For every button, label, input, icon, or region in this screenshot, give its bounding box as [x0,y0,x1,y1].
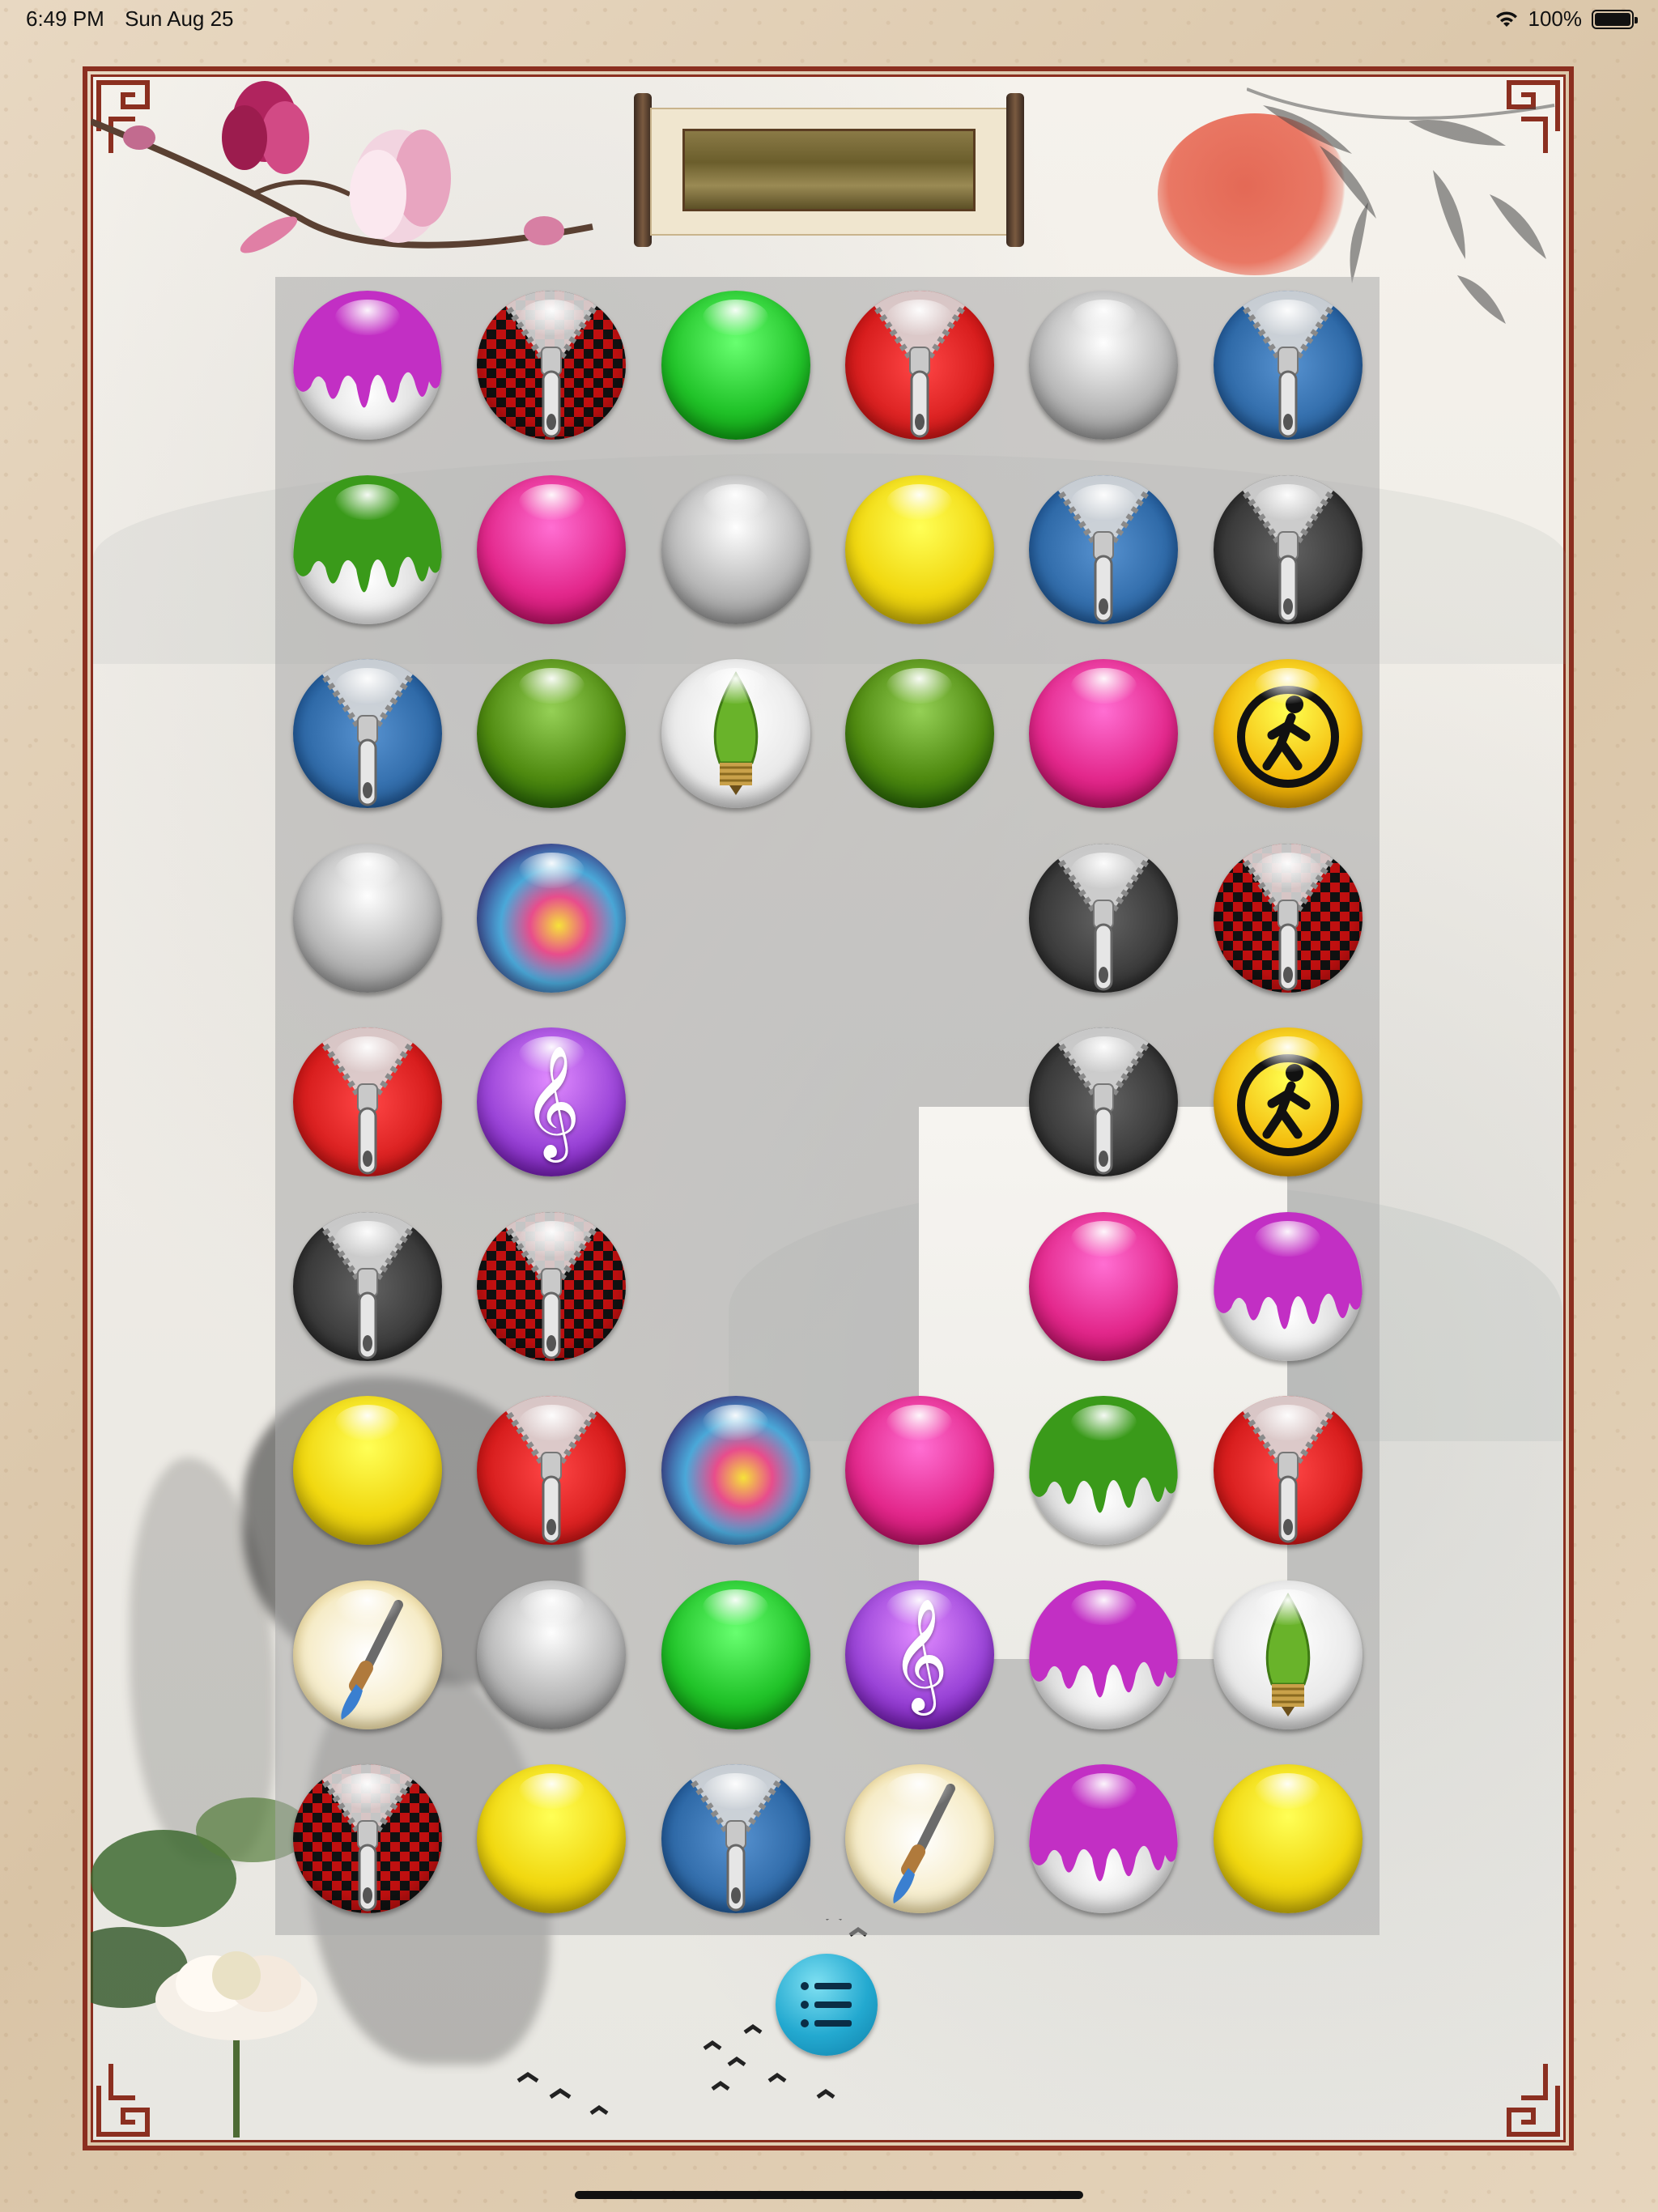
corner-ornament-icon [1487,2064,1574,2150]
ball-glass-green[interactable] [661,291,810,440]
ball-zipper-denim[interactable] [1029,474,1179,624]
scroll-painting [682,129,976,211]
zipper-black-icon [1053,843,1154,990]
ball-drip-magenta[interactable] [1029,1764,1179,1913]
scroll-rod-right [1006,93,1024,247]
zipper-checker-icon [501,291,602,438]
ball-zipper-denim[interactable] [661,1764,810,1913]
ball-glass-olive[interactable] [477,659,627,808]
ball-zipper-denim[interactable] [293,659,442,808]
walker-sign-icon [1236,686,1339,788]
zipper-black-icon [317,1211,418,1359]
ball-zipper-red[interactable] [477,1396,627,1545]
drip-magenta-icon [1213,1211,1363,1329]
zipper-red-icon [1237,1396,1338,1543]
board-empty-region [919,1107,1287,1659]
ball-zipper-black[interactable] [1029,1027,1179,1176]
ball-drip-green[interactable] [1029,1396,1179,1545]
magnolia-branch-decoration-icon [91,81,593,253]
bulb-icon [713,671,758,795]
ball-zipper-red[interactable] [293,1027,442,1176]
zipper-denim-icon [685,1764,786,1912]
music-note-icon: 𝄞 [891,1597,949,1711]
ball-zipper-checker[interactable] [477,291,627,440]
ball-drip-magenta[interactable] [1029,1580,1179,1729]
ball-glass-silver[interactable] [1029,291,1179,440]
drip-magenta-icon [293,291,442,408]
ball-glass-pink[interactable] [477,474,627,624]
zipper-checker-icon [317,1764,418,1912]
menu-button[interactable] [776,1954,878,2056]
ball-zipper-red[interactable] [844,291,994,440]
zipper-denim-icon [317,659,418,806]
ball-glass-yellow[interactable] [1213,1764,1363,1913]
ball-zipper-black[interactable] [1029,843,1179,993]
paintbrush-icon [341,1599,403,1720]
game-board: 𝄞 𝄞 [275,277,1380,1935]
ball-music-note[interactable]: 𝄞 [844,1580,994,1729]
music-note-icon: 𝄞 [522,1045,580,1158]
ball-drip-green[interactable] [293,474,442,624]
ball-zipper-black[interactable] [1213,474,1363,624]
ball-music-note[interactable]: 𝄞 [477,1027,627,1176]
zipper-denim-icon [1237,291,1338,438]
ball-glass-silver[interactable] [293,843,442,993]
home-indicator [575,2191,1083,2199]
ball-glass-pink[interactable] [1029,659,1179,808]
ball-zipper-checker[interactable] [293,1764,442,1913]
ball-zipper-black[interactable] [293,1211,442,1361]
battery-percent: 100% [1528,6,1583,31]
ball-zipper-denim[interactable] [1213,291,1363,440]
zipper-checker-icon [1237,843,1338,990]
ball-walker-sign[interactable] [1213,659,1363,808]
ball-glass-yellow[interactable] [844,474,994,624]
paintbrush-icon [893,1784,955,1904]
zipper-black-icon [1237,474,1338,622]
status-bar: 6:49 PM Sun Aug 25 100% [0,0,1658,37]
ball-bulb[interactable] [661,659,810,808]
ball-glass-olive[interactable] [844,659,994,808]
zipper-checker-icon [501,1211,602,1359]
ball-walker-sign[interactable] [1213,1027,1363,1176]
ball-drip-magenta[interactable] [1213,1211,1363,1361]
list-icon [801,1982,852,2027]
ball-glass-silver[interactable] [477,1580,627,1729]
ball-glass-silver[interactable] [661,474,810,624]
status-date: Sun Aug 25 [125,6,234,31]
ball-nebula[interactable] [477,843,627,993]
ball-drip-magenta[interactable] [293,291,442,440]
zipper-black-icon [1053,1027,1154,1175]
title-scroll [634,93,1024,247]
ball-glass-yellow[interactable] [293,1396,442,1545]
battery-icon [1592,9,1638,29]
zipper-denim-icon [1053,474,1154,622]
ball-paintbrush[interactable] [844,1764,994,1913]
drip-magenta-icon [1029,1580,1179,1698]
walker-sign-icon [1236,1054,1339,1156]
ball-zipper-checker[interactable] [1213,843,1363,993]
drip-green-icon [1029,1396,1179,1513]
ball-glass-yellow[interactable] [477,1764,627,1913]
drip-green-icon [293,474,442,593]
zipper-red-icon [317,1027,418,1175]
status-time: 6:49 PM [26,6,104,31]
ball-zipper-red[interactable] [1213,1396,1363,1545]
bulb-icon [1265,1592,1310,1716]
ball-nebula[interactable] [661,1396,810,1545]
zipper-red-icon [869,291,970,438]
wifi-icon [1495,11,1517,27]
drip-magenta-icon [1029,1764,1179,1882]
scroll-rod-left [634,93,652,247]
zipper-red-icon [501,1396,602,1543]
ball-paintbrush[interactable] [293,1580,442,1729]
ball-bulb[interactable] [1213,1580,1363,1729]
ball-glass-green[interactable] [661,1580,810,1729]
ball-glass-pink[interactable] [844,1396,994,1545]
ball-glass-pink[interactable] [1029,1211,1179,1361]
ball-zipper-checker[interactable] [477,1211,627,1361]
